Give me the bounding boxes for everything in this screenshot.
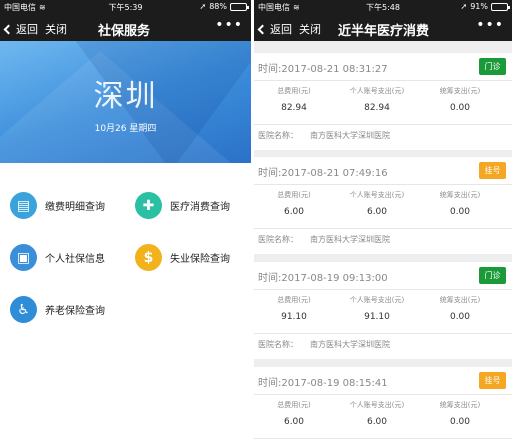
back-button[interactable]: 返回 xyxy=(257,21,292,37)
total-cost-value: 82.94 xyxy=(281,103,307,113)
chevron-left-icon xyxy=(257,24,268,34)
banner-date: 10月26 星期四 xyxy=(94,124,157,134)
menu-item-medical-expenses[interactable]: ✚ 医疗消费查询 xyxy=(135,192,230,219)
social-security-screen: 中国电信 ≋ 下午5:39 ➚ 88% 返回 关闭 社保服务 ••• 深圳 10月… xyxy=(0,0,251,447)
close-button[interactable]: 关闭 xyxy=(299,21,321,37)
payment-details-icon: ▤ xyxy=(10,192,37,219)
pooled-fund-label: 统筹支出(元) xyxy=(439,191,481,199)
page-title: 近半年医疗消费 xyxy=(338,24,430,39)
total-cost-value: 6.00 xyxy=(283,207,305,217)
back-label: 返回 xyxy=(270,23,292,36)
pooled-fund-value: 0.00 xyxy=(449,312,471,322)
status-bar: 中国电信 ≋ 下午5:39 ➚ 88% xyxy=(0,0,251,15)
expense-record[interactable]: 时间:2017-08-21 08:31:27 门诊 总费用(元) 82.94 个人… xyxy=(254,53,512,150)
expense-record[interactable]: 时间:2017-08-19 09:13:00 门诊 总费用(元) 91.10 个人… xyxy=(254,262,512,359)
menu-item-unemployment-insurance[interactable]: $ 失业保险查询 xyxy=(135,244,230,271)
total-cost-label: 总费用(元) xyxy=(277,296,311,304)
total-cost-label: 总费用(元) xyxy=(277,87,311,95)
personal-account-label: 个人账号支出(元) xyxy=(349,401,405,409)
hospital-name: 南方医科大学深圳医院 xyxy=(310,131,390,140)
total-cost-label: 总费用(元) xyxy=(277,401,311,409)
visit-type-badge: 挂号 xyxy=(479,372,506,389)
total-cost-label: 总费用(元) xyxy=(277,191,311,199)
location-icon: ➚ xyxy=(199,2,207,11)
hospital-label: 医院名称： xyxy=(258,235,298,244)
battery-percent: 91% xyxy=(470,2,488,11)
dollar-icon: $ xyxy=(135,244,162,271)
personal-account-label: 个人账号支出(元) xyxy=(349,191,405,199)
record-time: 时间:2017-08-21 08:31:27 xyxy=(258,64,388,75)
page-title: 社保服务 xyxy=(98,24,151,39)
location-icon: ➚ xyxy=(460,2,468,11)
visit-type-badge: 门诊 xyxy=(479,267,506,284)
city-name: 深圳 xyxy=(93,79,158,114)
pooled-fund-label: 统筹支出(元) xyxy=(439,401,481,409)
personal-account-label: 个人账号支出(元) xyxy=(349,296,405,304)
nav-bar: 返回 关闭 社保服务 ••• xyxy=(0,15,251,41)
menu-item-label: 医疗消费查询 xyxy=(170,202,230,213)
status-bar: 中国电信 ≋ 下午5:48 ➚ 91% xyxy=(254,0,512,15)
nav-bar: 返回 关闭 近半年医疗消费 ••• xyxy=(254,15,512,41)
menu-item-payment-details[interactable]: ▤ 缴费明细查询 xyxy=(10,192,105,219)
personal-account-value: 6.00 xyxy=(366,207,388,217)
hospital-label: 医院名称： xyxy=(258,131,298,140)
medical-expenses-screen: 中国电信 ≋ 下午5:48 ➚ 91% 返回 关闭 近半年医疗消费 ••• 时间:… xyxy=(254,0,512,447)
battery-icon xyxy=(230,2,249,11)
back-label: 返回 xyxy=(16,23,38,36)
personal-account-value: 82.94 xyxy=(364,103,390,113)
menu-item-label: 养老保险查询 xyxy=(45,306,105,317)
personal-account-value: 91.10 xyxy=(364,312,390,322)
elderly-person-icon: ♿ xyxy=(10,296,37,323)
id-card-icon: ▣ xyxy=(10,244,37,271)
visit-type-badge: 门诊 xyxy=(479,58,506,75)
chevron-left-icon xyxy=(3,24,14,34)
record-time: 时间:2017-08-19 08:15:41 xyxy=(258,378,388,389)
expense-record[interactable]: 时间:2017-08-19 08:15:41 挂号 总费用(元) 6.00 个人账… xyxy=(254,367,512,447)
visit-type-badge: 挂号 xyxy=(479,162,506,179)
menu-item-pension-insurance[interactable]: ♿ 养老保险查询 xyxy=(10,296,105,323)
expense-record[interactable]: 时间:2017-08-21 07:49:16 挂号 总费用(元) 6.00 个人账… xyxy=(254,157,512,254)
more-icon[interactable]: ••• xyxy=(476,17,504,33)
personal-account-value: 6.00 xyxy=(366,417,388,427)
hospital-name: 南方医科大学深圳医院 xyxy=(310,340,390,349)
menu-item-label: 失业保险查询 xyxy=(170,254,230,265)
back-button[interactable]: 返回 xyxy=(3,21,38,37)
pooled-fund-label: 统筹支出(元) xyxy=(439,87,481,95)
battery-icon xyxy=(491,2,510,11)
hospital-name: 南方医科大学深圳医院 xyxy=(310,235,390,244)
pooled-fund-label: 统筹支出(元) xyxy=(439,296,481,304)
total-cost-value: 91.10 xyxy=(281,312,307,322)
pooled-fund-value: 0.00 xyxy=(449,417,471,427)
menu-item-personal-info[interactable]: ▣ 个人社保信息 xyxy=(10,244,105,271)
city-banner: 深圳 10月26 星期四 xyxy=(0,41,251,163)
record-time: 时间:2017-08-19 09:13:00 xyxy=(258,273,388,284)
pooled-fund-value: 0.00 xyxy=(449,207,471,217)
hospital-label: 医院名称： xyxy=(258,340,298,349)
total-cost-value: 6.00 xyxy=(283,417,305,427)
menu-item-label: 个人社保信息 xyxy=(45,254,105,265)
pooled-fund-value: 0.00 xyxy=(449,103,471,113)
close-button[interactable]: 关闭 xyxy=(45,21,67,37)
battery-percent: 88% xyxy=(209,2,227,11)
more-icon[interactable]: ••• xyxy=(215,17,243,33)
menu-item-label: 缴费明细查询 xyxy=(45,202,105,213)
medical-cross-icon: ✚ xyxy=(135,192,162,219)
personal-account-label: 个人账号支出(元) xyxy=(349,87,405,95)
record-time: 时间:2017-08-21 07:49:16 xyxy=(258,168,388,179)
